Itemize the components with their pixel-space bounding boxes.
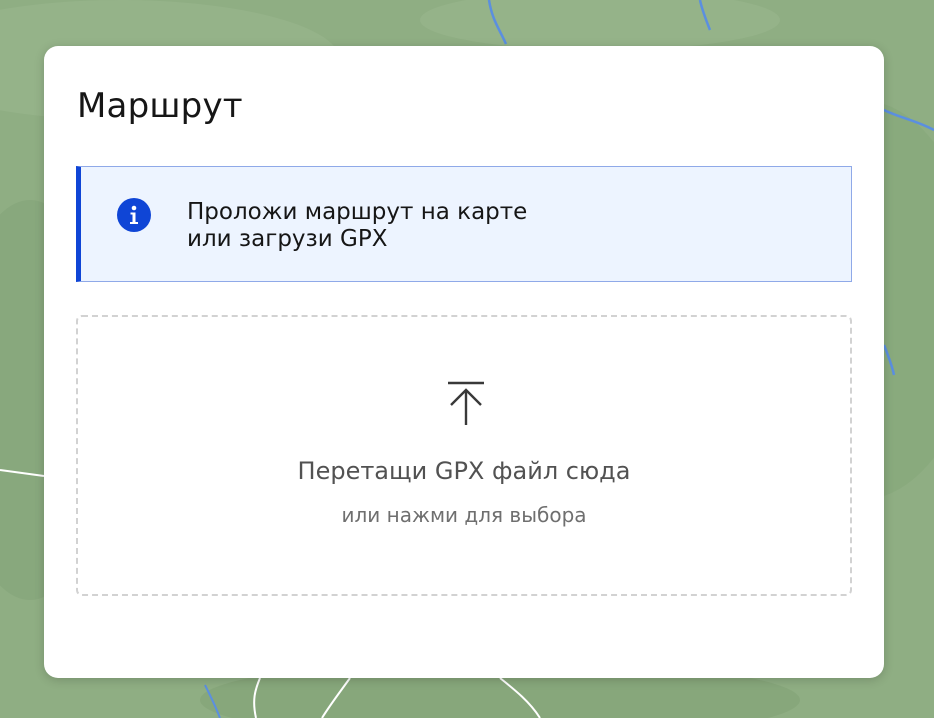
notice-message: Проложи маршрут на карте или загрузи GPX — [187, 199, 527, 253]
upload-icon — [448, 381, 484, 425]
info-icon — [117, 198, 151, 232]
dropzone-secondary-text: или нажми для выбора — [341, 503, 587, 527]
route-panel: Маршрут Проложи маршрут на карте или заг… — [44, 46, 884, 678]
info-notification: Проложи маршрут на карте или загрузи GPX — [76, 166, 852, 282]
dropzone-primary-text: Перетащи GPX файл сюда — [297, 457, 631, 485]
notice-line-1: Проложи маршрут на карте — [187, 199, 528, 225]
notice-line-2: или загрузи GPX — [187, 226, 388, 252]
gpx-dropzone[interactable]: Перетащи GPX файл сюда или нажми для выб… — [76, 315, 852, 596]
panel-title: Маршрут — [77, 86, 243, 126]
